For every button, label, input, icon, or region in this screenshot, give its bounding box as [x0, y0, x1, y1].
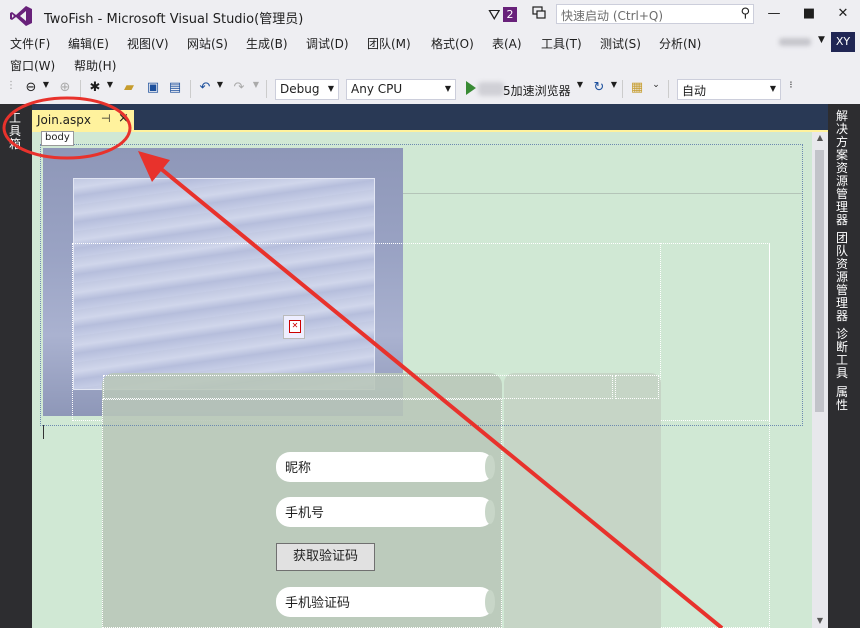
toolbar-separator — [266, 80, 267, 98]
quick-launch-input[interactable]: 快速启动 (Ctrl+Q) ⚲ — [556, 4, 754, 24]
body-tag-label[interactable]: body — [41, 131, 74, 146]
diagnostic-tools-tab[interactable]: 诊断工具 — [836, 328, 850, 380]
menu-debug[interactable]: 调试(D) — [306, 35, 349, 52]
window-title: TwoFish - Microsoft Visual Studio(管理员) — [44, 12, 304, 27]
toolbar-separator — [190, 80, 191, 98]
back-icon[interactable]: ⊖ — [22, 80, 40, 98]
menu-window[interactable]: 窗口(W) — [10, 57, 55, 74]
user-name[interactable] — [779, 38, 811, 46]
chevron-down-icon: ▼ — [769, 84, 776, 93]
phone-code-label: 手机验证码 — [285, 596, 351, 611]
menu-test[interactable]: 测试(S) — [600, 35, 641, 52]
menu-team[interactable]: 团队(M) — [367, 35, 411, 52]
properties-tab[interactable]: 属性 — [836, 386, 850, 412]
document-tab[interactable]: Join.aspx ⊣ × — [32, 110, 134, 131]
body-element-outline[interactable] — [40, 144, 803, 426]
undo-icon[interactable]: ↶ — [196, 80, 214, 98]
menu-build[interactable]: 生成(B) — [246, 35, 288, 52]
phone-code-field[interactable]: 手机验证码 — [276, 587, 495, 617]
platform-value: Any CPU — [351, 82, 403, 96]
close-window-icon[interactable]: ✕ — [833, 6, 853, 24]
minimize-icon[interactable]: — — [764, 6, 784, 24]
scroll-down-icon[interactable]: ▼ — [812, 616, 828, 625]
toolbar-separator — [668, 80, 669, 98]
get-code-button[interactable]: 获取验证码 — [276, 543, 375, 571]
user-avatar[interactable]: XY — [831, 32, 855, 52]
refresh-icon[interactable]: ↻ — [590, 80, 608, 98]
visual-studio-logo-icon — [10, 6, 32, 26]
forward-icon[interactable]: ⊕ — [56, 80, 74, 98]
toolbar-grip-icon[interactable]: ⋮ — [6, 80, 16, 98]
menu-tools[interactable]: 工具(T) — [541, 35, 582, 52]
left-tool-strip — [0, 104, 32, 628]
redo-icon[interactable]: ↷ — [230, 80, 248, 98]
field-edge — [485, 455, 495, 479]
menu-edit[interactable]: 编辑(E) — [68, 35, 109, 52]
field-edge — [485, 500, 495, 524]
phone-field[interactable]: 手机号 — [276, 497, 495, 527]
chevron-down-icon[interactable]: ▼ — [610, 80, 618, 98]
browser-select-label[interactable]: 5加速浏览器 — [503, 82, 571, 99]
save-all-icon[interactable]: ▤ — [166, 80, 184, 98]
close-icon[interactable]: × — [118, 111, 129, 126]
zoom-select[interactable]: 自动 ▼ — [677, 79, 781, 100]
platform-select[interactable]: Any CPU ▼ — [346, 79, 456, 100]
menu-table[interactable]: 表(A) — [492, 35, 522, 52]
scrollbar-thumb[interactable] — [815, 150, 824, 412]
start-debugging-icon[interactable] — [466, 81, 476, 95]
toolbar-separator — [622, 80, 623, 98]
menu-help[interactable]: 帮助(H) — [74, 57, 116, 74]
toolbox-tab[interactable]: 工具箱 — [9, 112, 23, 151]
quick-launch-placeholder: 快速启动 (Ctrl+Q) — [561, 9, 664, 23]
configuration-select[interactable]: Debug ▼ — [275, 79, 339, 100]
chevron-down-icon[interactable]: ▼ — [42, 80, 50, 98]
notification-count-badge[interactable]: 2 — [503, 7, 517, 22]
feedback-icon[interactable] — [532, 6, 546, 20]
menu-format[interactable]: 格式(O) — [431, 35, 474, 52]
browser-icon[interactable] — [478, 82, 504, 96]
phone-label: 手机号 — [285, 506, 325, 521]
field-edge — [485, 590, 495, 614]
chevron-down-icon: ▼ — [444, 84, 451, 93]
menu-file[interactable]: 文件(F) — [10, 35, 50, 52]
menu-view[interactable]: 视图(V) — [127, 35, 169, 52]
chevron-down-icon[interactable]: ▼ — [106, 80, 114, 98]
zoom-value: 自动 — [682, 84, 707, 98]
toolbar-options-icon[interactable]: ⁝ — [786, 80, 796, 98]
toolbar-overflow-icon[interactable]: ⌄ — [652, 80, 660, 98]
menu-website[interactable]: 网站(S) — [187, 35, 228, 52]
menu-analyze[interactable]: 分析(N) — [659, 35, 701, 52]
chevron-down-icon[interactable]: ▼ — [818, 35, 825, 45]
pin-icon[interactable]: ⊣ — [101, 112, 111, 125]
maximize-icon[interactable]: ■ — [799, 6, 819, 24]
solution-explorer-tab[interactable]: 解决方案资源管理器 — [836, 110, 850, 227]
find-in-files-icon[interactable]: ▦ — [628, 80, 646, 98]
search-icon[interactable]: ⚲ — [740, 6, 750, 21]
chevron-down-icon[interactable]: ▼ — [252, 80, 260, 98]
open-file-icon[interactable]: ▰ — [120, 80, 138, 98]
chevron-down-icon: ▼ — [327, 84, 334, 93]
scroll-up-icon[interactable]: ▲ — [812, 133, 828, 142]
chevron-down-icon[interactable]: ▼ — [576, 80, 584, 98]
notification-flag-icon[interactable]: ⛛ — [488, 6, 501, 24]
text-caret — [43, 425, 44, 439]
configuration-value: Debug — [280, 82, 320, 96]
toolbar-separator — [80, 80, 81, 98]
team-explorer-tab[interactable]: 团队资源管理器 — [836, 232, 850, 323]
nickname-label: 昵称 — [285, 461, 312, 476]
new-project-icon[interactable]: ✱ — [86, 80, 104, 98]
nickname-field[interactable]: 昵称 — [276, 452, 495, 482]
document-tab-title: Join.aspx — [37, 113, 91, 127]
save-icon[interactable]: ▣ — [144, 80, 162, 98]
chevron-down-icon[interactable]: ▼ — [216, 80, 224, 98]
